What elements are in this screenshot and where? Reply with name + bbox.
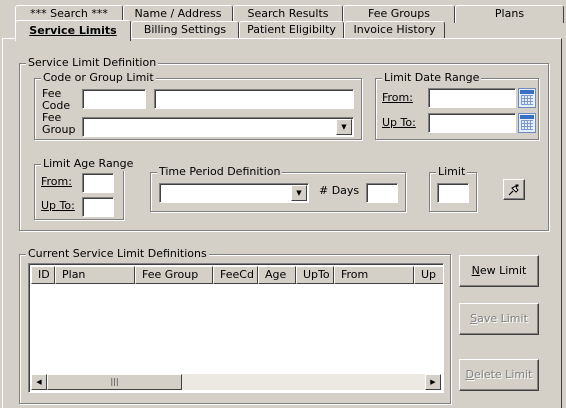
column-header-from[interactable]: From bbox=[334, 266, 414, 284]
column-header-up[interactable]: Up bbox=[414, 266, 443, 284]
code-group-limit-group: Code or Group Limit Fee Code Fee Group ▼ bbox=[34, 71, 362, 140]
tab-plans[interactable]: Plans bbox=[455, 5, 564, 23]
age-up-to-input[interactable] bbox=[82, 197, 114, 217]
delete-limit-mnemonic: D bbox=[465, 368, 475, 381]
new-limit-label: ew Limit bbox=[479, 264, 527, 277]
list-header: ID Plan Fee Group FeeCd Age UpTo From Up bbox=[31, 266, 443, 284]
current-definitions-title: Current Service Limit Definitions bbox=[26, 247, 209, 261]
calendar-icon[interactable] bbox=[518, 113, 536, 133]
tab-invoice-history[interactable]: Invoice History bbox=[344, 21, 445, 39]
limit-title: Limit bbox=[436, 165, 468, 179]
age-from-label: From: bbox=[41, 175, 72, 188]
service-limit-definition-group: Service Limit Definition Code or Group L… bbox=[19, 56, 549, 231]
fee-group-label: Fee Group bbox=[42, 111, 76, 136]
fee-group-dropdown[interactable]: ▼ bbox=[82, 117, 354, 137]
current-definitions-group: Current Service Limit Definitions ID Pla… bbox=[19, 247, 451, 404]
limit-input[interactable] bbox=[437, 183, 469, 203]
column-header-upto[interactable]: UpTo bbox=[296, 266, 334, 284]
definitions-list[interactable]: ID Plan Fee Group FeeCd Age UpTo From Up… bbox=[28, 263, 444, 393]
new-limit-button[interactable]: New Limit bbox=[459, 255, 539, 287]
tab-billing-settings[interactable]: Billing Settings bbox=[131, 21, 239, 39]
code-group-limit-title: Code or Group Limit bbox=[41, 71, 156, 85]
new-limit-mnemonic: N bbox=[471, 264, 480, 277]
limit-age-range-title: Limit Age Range bbox=[41, 157, 136, 171]
tab-panel: Service Limit Definition Code or Group L… bbox=[2, 38, 562, 408]
column-header-plan[interactable]: Plan bbox=[55, 266, 135, 284]
scroll-right-icon[interactable]: ▶ bbox=[425, 374, 441, 390]
fee-code-description-input[interactable] bbox=[154, 89, 354, 109]
horizontal-scrollbar[interactable]: ◀ ||| ▶ bbox=[31, 374, 441, 390]
column-header-age[interactable]: Age bbox=[258, 266, 296, 284]
time-period-definition-title: Time Period Definition bbox=[157, 165, 283, 179]
scroll-thumb[interactable]: ||| bbox=[47, 374, 182, 390]
save-limit-label: ave Limit bbox=[477, 312, 528, 325]
fee-code-input[interactable] bbox=[82, 89, 146, 109]
date-up-to-label: Up To: bbox=[382, 116, 416, 129]
delete-limit-label: elete Limit bbox=[474, 368, 533, 381]
tab-service-limits[interactable]: Service Limits bbox=[15, 20, 131, 41]
limit-date-range-title: Limit Date Range bbox=[382, 71, 482, 85]
column-header-fee-group[interactable]: Fee Group bbox=[135, 266, 213, 284]
fee-code-label: Fee Code bbox=[42, 87, 71, 112]
time-period-dropdown[interactable]: ▼ bbox=[159, 183, 309, 203]
pin-icon bbox=[508, 184, 519, 196]
date-from-input[interactable] bbox=[428, 88, 516, 108]
tab-patient-eligibility[interactable]: Patient Eligibilty bbox=[239, 21, 344, 39]
save-limit-button[interactable]: Save Limit bbox=[459, 303, 539, 335]
limit-date-range-group: Limit Date Range From: Up To: bbox=[375, 71, 539, 140]
scroll-left-icon[interactable]: ◀ bbox=[31, 374, 47, 390]
age-up-to-label: Up To: bbox=[41, 199, 75, 212]
limit-age-range-group: Limit Age Range From: Up To: bbox=[34, 157, 136, 220]
chevron-down-icon[interactable]: ▼ bbox=[336, 119, 352, 135]
date-up-to-input[interactable] bbox=[428, 113, 516, 133]
limit-group: Limit bbox=[429, 165, 477, 212]
chevron-down-icon[interactable]: ▼ bbox=[291, 185, 307, 201]
delete-limit-button[interactable]: Delete Limit bbox=[459, 359, 539, 391]
age-from-input[interactable] bbox=[82, 173, 114, 193]
days-input[interactable] bbox=[366, 183, 398, 203]
calendar-icon[interactable] bbox=[518, 88, 536, 108]
service-limit-definition-title: Service Limit Definition bbox=[26, 56, 159, 70]
days-label: # Days bbox=[319, 184, 360, 197]
column-header-id[interactable]: ID bbox=[31, 266, 55, 284]
column-header-feecd[interactable]: FeeCd bbox=[213, 266, 258, 284]
time-period-definition-group: Time Period Definition ▼ # Days bbox=[150, 165, 406, 212]
pin-button[interactable] bbox=[503, 179, 525, 200]
date-from-label: From: bbox=[382, 91, 413, 104]
